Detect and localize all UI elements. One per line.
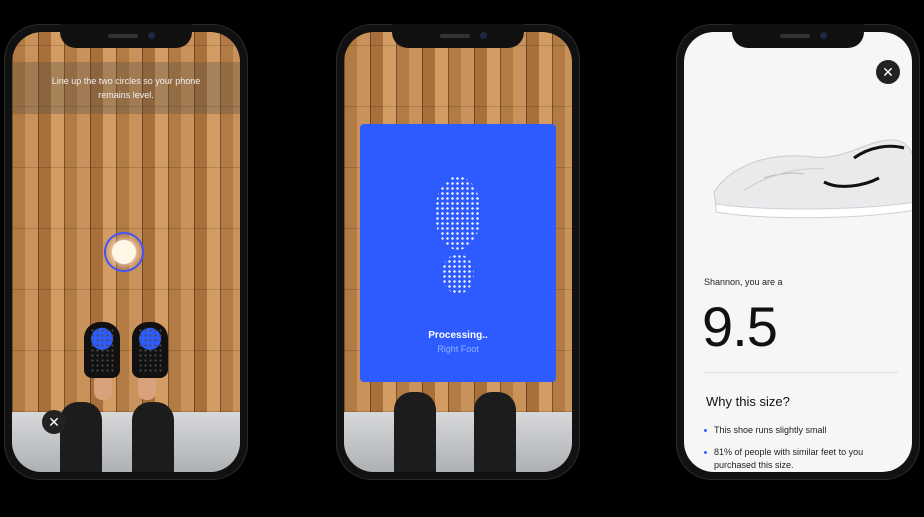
screen-processing: Processing.. Right Foot xyxy=(344,32,572,472)
processing-subtitle: Right Foot xyxy=(437,344,479,354)
phone-processing-screen: Processing.. Right Foot xyxy=(336,24,580,480)
close-button[interactable]: ✕ xyxy=(42,410,66,434)
phone-notch xyxy=(60,24,192,48)
right-leg xyxy=(474,392,516,472)
phone-notch xyxy=(392,24,524,48)
foot-scan-blob-top xyxy=(435,176,481,250)
level-indicator xyxy=(104,232,144,272)
phone-result-screen: ✕ Shannon, you are a 9.5 Why this size? … xyxy=(676,24,920,480)
left-sock-shoe xyxy=(84,322,120,378)
level-dot xyxy=(112,240,136,264)
recommended-size: 9.5 xyxy=(702,295,778,358)
feet-image xyxy=(76,322,176,412)
right-sock-shoe xyxy=(132,322,168,378)
divider xyxy=(704,372,898,373)
foot-scan-blob-heel xyxy=(442,254,474,294)
screen-result: ✕ Shannon, you are a 9.5 Why this size? … xyxy=(684,32,912,472)
left-leg xyxy=(394,392,436,472)
phone-level-screen: Line up the two circles so your phone re… xyxy=(4,24,248,480)
baseboard xyxy=(344,412,572,472)
sneaker-image xyxy=(713,139,912,219)
processing-card: Processing.. Right Foot xyxy=(360,124,556,382)
phone-notch xyxy=(732,24,864,48)
processing-title: Processing.. xyxy=(428,330,488,341)
right-leg xyxy=(132,402,174,472)
why-size-heading: Why this size? xyxy=(706,394,790,409)
reason-item-1: This shoe runs slightly small xyxy=(704,424,906,437)
reason-item-2: 81% of people with similar feet to you p… xyxy=(704,446,906,472)
close-button[interactable]: ✕ xyxy=(876,60,900,84)
result-greeting: Shannon, you are a xyxy=(704,277,783,287)
instruction-text: Line up the two circles so your phone re… xyxy=(12,62,240,114)
screen-level: Line up the two circles so your phone re… xyxy=(12,32,240,472)
left-leg xyxy=(60,402,102,472)
